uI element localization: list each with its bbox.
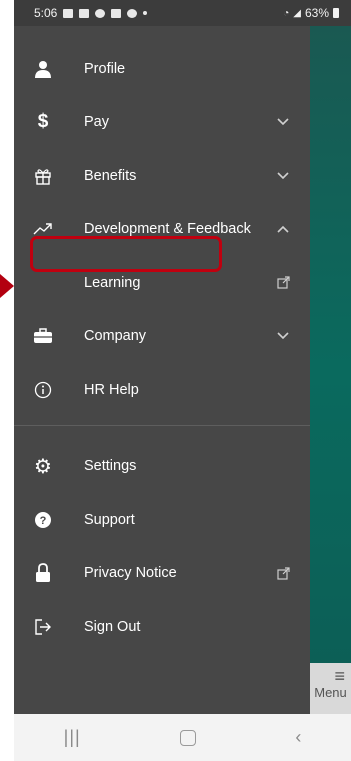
back-icon[interactable]: ‹ — [295, 727, 301, 748]
menu-item-label: Support — [84, 511, 135, 528]
chevron-down-icon[interactable] — [276, 329, 290, 343]
menu-tab[interactable]: ≡ Menu — [310, 663, 351, 714]
gear-icon: ⚙ — [34, 455, 52, 478]
menu-item-label: Benefits — [84, 167, 137, 184]
menu-item-profile[interactable]: Profile — [14, 42, 310, 96]
menu-item-label: Development & Feedback — [84, 221, 251, 238]
gift-icon — [33, 166, 53, 186]
chevron-up-icon[interactable] — [276, 222, 290, 236]
status-left: 5:06 — [34, 6, 148, 20]
menu-item-label: Learning — [84, 274, 141, 291]
menu-item-company[interactable]: Company — [14, 310, 310, 364]
menu-item-benefits[interactable]: Benefits — [14, 149, 310, 203]
menu-item-settings[interactable]: ⚙ Settings — [14, 440, 310, 494]
chevron-down-icon[interactable] — [276, 115, 290, 129]
battery-icon — [333, 8, 339, 18]
info-icon — [33, 380, 53, 400]
question-icon: ? — [33, 510, 53, 530]
menu-item-support[interactable]: ? Support — [14, 493, 310, 547]
chevron-down-icon[interactable] — [276, 169, 290, 183]
menu-item-hr-help[interactable]: HR Help — [14, 363, 310, 417]
menu-item-label: Privacy Notice — [84, 565, 177, 582]
shield-icon — [127, 8, 138, 18]
menu-item-privacy-notice[interactable]: Privacy Notice — [14, 547, 310, 601]
briefcase-icon — [33, 326, 53, 346]
system-nav-bar: ||| ‹ — [14, 714, 351, 761]
menu-tab-label: Menu — [314, 685, 347, 700]
menu-item-label: Pay — [84, 114, 109, 131]
lock-icon — [33, 563, 53, 583]
highlight-box — [30, 236, 222, 272]
menu-item-label: Company — [84, 328, 147, 345]
menu-item-pay[interactable]: $ Pay — [14, 96, 310, 150]
notification-icon — [63, 8, 74, 18]
external-link-icon[interactable] — [276, 566, 290, 580]
status-bar: 5:06 ◔ ◢ 63% — [14, 0, 351, 26]
svg-text:?: ? — [40, 515, 47, 527]
menu-item-label: HR Help — [84, 381, 139, 398]
menu-divider — [14, 424, 310, 426]
battery-level: 63% — [304, 6, 329, 20]
phone-screen: 5:06 ◔ ◢ 63% ≡ Menu Profile $ Pay Benefi… — [14, 0, 351, 761]
dot-icon — [143, 11, 148, 15]
hamburger-icon: ≡ — [334, 666, 345, 686]
signal-icon: ◢ — [293, 7, 301, 19]
app-icon — [95, 8, 106, 18]
menu-item-label: Sign Out — [84, 618, 141, 635]
status-right: ◔ ◢ 63% — [283, 6, 339, 20]
wifi-icon: ◔ — [283, 7, 290, 19]
pointer-arrow-icon — [0, 274, 14, 298]
menu-item-label: Profile — [84, 60, 126, 77]
calendar-icon — [79, 8, 90, 18]
external-link-icon[interactable] — [276, 276, 290, 290]
home-icon[interactable] — [180, 729, 196, 746]
dollar-icon: $ — [37, 111, 49, 133]
menu-item-sign-out[interactable]: Sign Out — [14, 600, 310, 654]
navigation-drawer: Profile $ Pay Benefits Development & Fee… — [14, 26, 310, 714]
status-time: 5:06 — [34, 6, 58, 20]
sign-out-icon — [33, 617, 53, 637]
menu-item-label: Settings — [84, 458, 137, 475]
recents-icon[interactable]: ||| — [64, 727, 81, 748]
app-backdrop[interactable] — [310, 26, 351, 714]
person-icon — [33, 59, 53, 79]
message-icon — [111, 8, 122, 18]
